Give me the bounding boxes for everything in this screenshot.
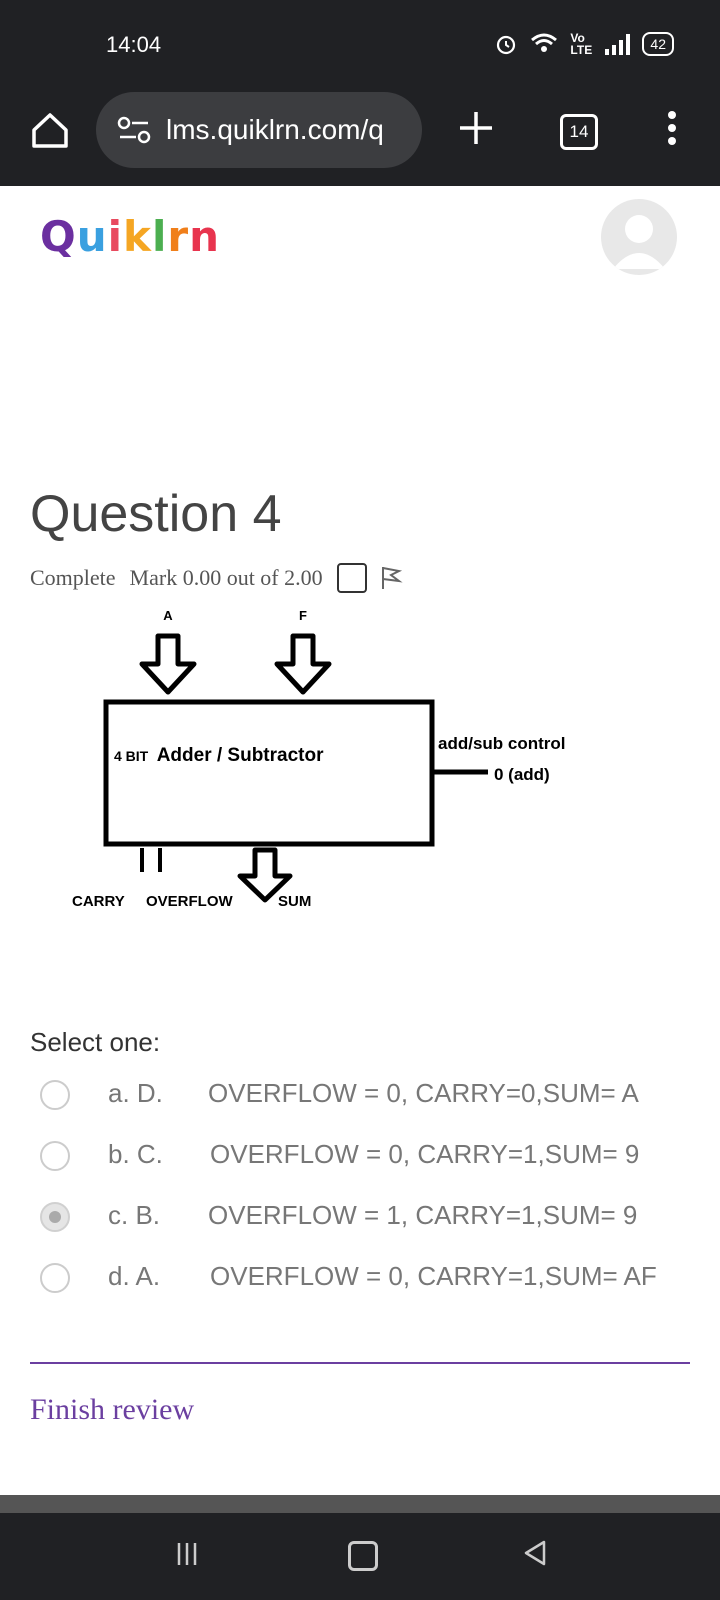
option-b[interactable]: b. C. OVERFLOW = 0, CARRY=1,SUM= 9 — [0, 1135, 720, 1185]
status-time: 14:04 — [106, 32, 162, 57]
divider — [30, 1362, 690, 1364]
alarm-icon — [497, 35, 516, 55]
more-menu-icon[interactable] — [662, 106, 682, 156]
flag-checkbox[interactable] — [336, 563, 367, 593]
option-a[interactable]: a. D. OVERFLOW = 0, CARRY=0,SUM= A — [0, 1074, 720, 1124]
adder-subtractor-diagram: A F 4 BIT Adder / Subtractor add/sub con… — [72, 610, 566, 910]
signal-icon — [605, 34, 631, 55]
system-nav-bar — [0, 1513, 720, 1600]
back-icon[interactable] — [522, 1539, 548, 1567]
question-title: Question 4 — [30, 485, 282, 543]
overflow-label: OVERFLOW — [146, 893, 234, 910]
option-b-text: OVERFLOW = 0, CARRY=1,SUM= 9 — [210, 1139, 640, 1169]
page-footer-strip — [0, 1495, 720, 1513]
browser-toolbar: lms.quiklrn.com/q 14 — [0, 92, 720, 186]
user-icon — [613, 215, 665, 269]
input-a-label: A — [163, 610, 173, 623]
flag-icon[interactable] — [379, 565, 403, 591]
quiklrn-logo[interactable]: Quiklrn — [40, 212, 220, 261]
battery-indicator: 42 — [642, 32, 674, 56]
input-a-arrow — [139, 633, 197, 695]
network-label: Vo LTE — [570, 31, 593, 57]
option-c-letter: c. B. — [108, 1200, 161, 1230]
home-icon[interactable] — [30, 110, 70, 150]
question-status: Complete — [30, 565, 116, 590]
question-mark: Mark 0.00 out of 2.00 — [129, 565, 323, 590]
tab-switcher-button[interactable]: 14 — [560, 114, 598, 150]
url-bar[interactable]: lms.quiklrn.com/q — [96, 92, 422, 168]
option-b-letter: b. C. — [108, 1139, 163, 1169]
site-settings-icon[interactable] — [116, 115, 152, 145]
status-icons: Vo LTE 42 — [494, 32, 674, 56]
status-bar: 14:04 Vo LTE 42 — [0, 0, 720, 92]
option-d-radio[interactable] — [40, 1263, 70, 1293]
avatar[interactable] — [601, 199, 677, 275]
system-home-icon[interactable] — [348, 1541, 378, 1571]
input-f-label: F — [299, 610, 307, 623]
box-label-main: Adder / Subtractor — [157, 745, 324, 766]
adder-box — [103, 699, 435, 847]
select-prompt: Select one: — [30, 1027, 161, 1057]
option-c[interactable]: c. B. OVERFLOW = 1, CARRY=1,SUM= 9 — [0, 1196, 720, 1246]
input-f-arrow — [274, 633, 332, 695]
finish-review-link[interactable]: Finish review — [30, 1393, 194, 1427]
option-c-radio[interactable] — [40, 1202, 70, 1232]
option-a-text: OVERFLOW = 0, CARRY=0,SUM= A — [208, 1078, 639, 1108]
option-c-text: OVERFLOW = 1, CARRY=1,SUM= 9 — [208, 1200, 638, 1230]
control-value: 0 (add) — [494, 765, 550, 784]
new-tab-button[interactable] — [456, 102, 496, 152]
question-meta: Complete Mark 0.00 out of 2.00 — [30, 563, 403, 593]
control-label: add/sub control — [438, 734, 566, 753]
option-d-letter: d. A. — [108, 1261, 161, 1291]
option-d[interactable]: d. A. OVERFLOW = 0, CARRY=1,SUM= AF — [0, 1257, 720, 1307]
sum-label: SUM — [278, 893, 311, 910]
option-d-text: OVERFLOW = 0, CARRY=1,SUM= AF — [210, 1261, 657, 1291]
wifi-icon — [531, 33, 558, 52]
logo-text: Quiklrn — [40, 212, 220, 261]
recent-apps-icon[interactable] — [176, 1541, 198, 1567]
box-label: 4 BIT Adder / Subtractor — [114, 745, 324, 766]
url-text: lms.quiklrn.com/q — [166, 114, 384, 145]
option-b-radio[interactable] — [40, 1141, 70, 1171]
option-a-radio[interactable] — [40, 1080, 70, 1110]
box-label-prefix: 4 BIT — [114, 748, 149, 764]
carry-label: CARRY — [72, 893, 125, 910]
plus-icon — [460, 112, 492, 144]
option-a-letter: a. D. — [108, 1078, 163, 1108]
